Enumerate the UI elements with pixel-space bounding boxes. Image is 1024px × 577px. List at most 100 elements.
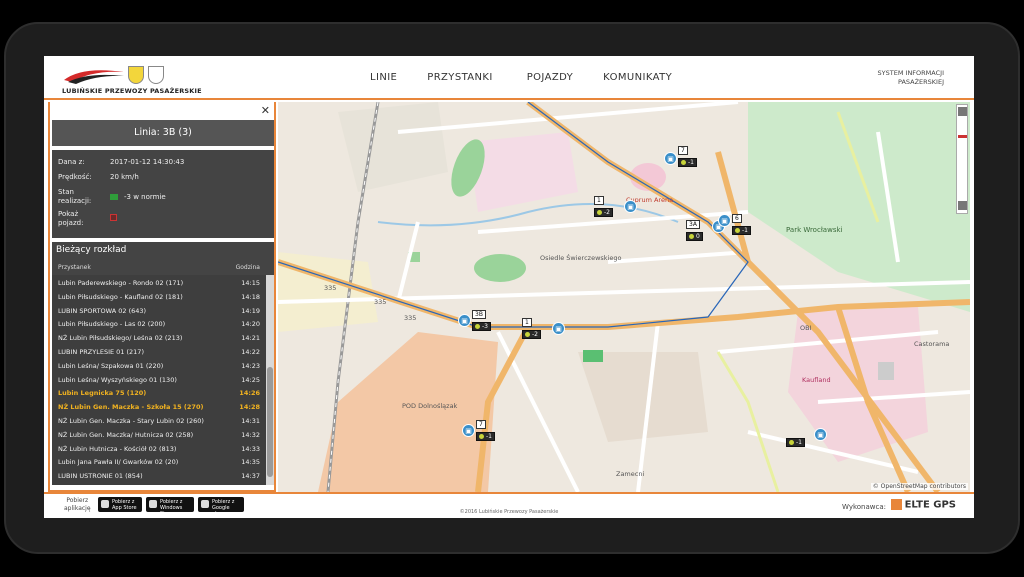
header: LUBIŃSKIE PRZEWOZY PASAŻERSKIE LINIE PRZ… <box>44 56 974 100</box>
show-vehicle-checkbox[interactable] <box>110 214 117 221</box>
vehicle-info: Dana z: 2017-01-12 14:30:43 Prędkość: 20… <box>52 150 274 238</box>
bus-delay-label: -1 <box>476 432 495 441</box>
bus-icon: ▣ <box>664 152 677 165</box>
system-info-line: PASAŻERSKIEJ <box>897 78 944 86</box>
map-label-kaufland: Kaufland <box>802 376 831 384</box>
schedule-stop: NŻ Lubin Piłsudskiego/ Leśna 02 (213) <box>58 334 183 343</box>
map-label-obi: OBI <box>800 324 812 332</box>
schedule-row[interactable]: Lubin Piłsudskiego - Las 02 (200) 14:20 <box>52 318 266 331</box>
schedule-row[interactable]: LUBIN USTRONIE 01 (854) 14:37 <box>52 470 266 483</box>
schedule-row[interactable]: LUBIN SPORTOWA 02 (643) 14:19 <box>52 305 266 318</box>
download-line: Pobierz <box>66 497 89 504</box>
nav-lines[interactable]: LINIE <box>370 72 397 83</box>
main-nav: LINIE PRZYSTANKI POJAZDY KOMUNIKATY <box>370 72 702 83</box>
schedule-row[interactable]: Lubin Leśna/ Szpakowa 01 (220) 14:23 <box>52 360 266 373</box>
map-label-park: Park Wrocławski <box>786 226 843 234</box>
schedule-time: 14:32 <box>241 430 260 439</box>
schedule-stop: NŻ Lubin Gen. Maczka - Szkoła 15 (270) <box>58 403 204 412</box>
schedule-row[interactable]: NŻ Lubin Hutnicza - Kościół 02 (813) 14:3… <box>52 443 266 456</box>
show-vehicle-wrap <box>110 210 117 228</box>
schedule-row[interactable]: NŻ Lubin Gen. Maczka/ Hutnicza 02 (258) 1… <box>52 429 266 442</box>
info-row-show: Pokaż pojazd: <box>58 210 117 228</box>
schedule-stop: LUBIN SPORTOWA 02 (643) <box>58 306 147 315</box>
map-attribution[interactable]: © OpenStreetMap contributors <box>870 483 968 490</box>
nav-messages[interactable]: KOMUNIKATY <box>603 72 672 83</box>
schedule-stop: NŻ Lubin Hutnicza - Kościół 02 (813) <box>58 444 177 453</box>
map-label-zamecni: Zamecni <box>616 470 645 478</box>
bus-delay-label: -2 <box>594 208 613 217</box>
map-label-pod: POD Dolnoślązak <box>402 402 458 410</box>
schedule-time: 14:31 <box>241 417 260 425</box>
schedule-row[interactable]: Lubin Legnicka 75 (120) 14:26 <box>52 387 266 400</box>
bus-line-label: 7 <box>678 146 688 155</box>
status-value-wrap: -3 w normie <box>110 188 166 206</box>
schedule-stop: LUBIN USTRONIE 01 (854) <box>58 472 143 481</box>
schedule-row[interactable]: NŻ Lubin Piłsudskiego/ Leśna 02 (213) 14:… <box>52 332 266 345</box>
schedule-row[interactable]: Lubin Leśna/ Wyszyńskiego 01 (130) 14:25 <box>52 374 266 387</box>
col-time: Godzina <box>235 264 260 271</box>
zoom-out-icon[interactable] <box>958 201 967 210</box>
map-label-road: 335 <box>404 314 417 322</box>
bus-line-label: 7 <box>476 420 486 429</box>
vehicle-panel: ✕ Linia: 3B (3) Dana z: 2017-01-12 14:30… <box>48 102 276 492</box>
schedule-row[interactable]: Lubin Jana Pawła II/ Gwarków 02 (20) 14:3… <box>52 456 266 469</box>
status-label: Stan realizacji: <box>58 188 110 206</box>
schedule-stop: NŻ Lubin Gen. Maczka/ Hutnicza 02 (258) <box>58 430 194 439</box>
schedule-stop: Lubin Legnicka 75 (120) <box>58 389 147 398</box>
schedule-stop: Lubin Piłsudskiego - Las 02 (200) <box>58 320 166 329</box>
logo-swoosh-icon <box>64 70 124 84</box>
bus-status-icon <box>110 194 118 200</box>
bus-icon: ▣ <box>462 424 475 437</box>
schedule-list: Lubin Paderewskiego - Rondo 02 (171) 14:1… <box>52 275 266 485</box>
scroll-thumb[interactable] <box>267 367 273 477</box>
bus-icon: ▣ <box>458 314 471 327</box>
bus-delay-label: -1 <box>732 226 751 235</box>
bus-line-label: 1 <box>522 318 532 327</box>
schedule-time: 14:33 <box>241 444 260 453</box>
map[interactable]: Cuprum Arena Park Wrocławski Osiedle Świ… <box>278 102 970 492</box>
nav-stops[interactable]: PRZYSTANKI <box>427 72 492 83</box>
schedule-time: 14:21 <box>241 334 260 343</box>
bus-icon: ▣ <box>552 322 565 335</box>
schedule-time: 14:37 <box>241 472 260 481</box>
bus-delay-label: 0 <box>686 232 703 241</box>
show-label-line: Pokaż <box>58 210 79 218</box>
map-zoom-control[interactable] <box>956 104 968 214</box>
nav-vehicles[interactable]: POJAZDY <box>527 72 573 83</box>
schedule-time: 14:20 <box>241 320 260 329</box>
map-canvas <box>278 102 970 492</box>
vendor-logo-icon <box>890 499 902 510</box>
logo[interactable]: LUBIŃSKIE PRZEWOZY PASAŻERSKIE <box>62 64 202 98</box>
info-row-speed: Prędkość: 20 km/h <box>58 173 139 182</box>
schedule-time: 14:23 <box>241 361 260 370</box>
schedule-scrollbar[interactable] <box>266 275 274 485</box>
vendor-logo[interactable]: ELTE GPS <box>890 499 956 511</box>
vendor-label: Wykonawca: <box>842 503 886 511</box>
schedule-row[interactable]: Lubin Paderewskiego - Rondo 02 (171) 14:1… <box>52 277 266 290</box>
bus-line-label: 1 <box>594 196 604 205</box>
bus-line-label: 3B <box>472 310 486 319</box>
zoom-level-indicator[interactable] <box>958 135 967 138</box>
schedule-row[interactable]: NŻ Lubin Gen. Maczka - Szkoła 15 (270) 14… <box>52 401 266 414</box>
logo-text: LUBIŃSKIE PRZEWOZY PASAŻERSKIE <box>62 87 202 95</box>
schedule-time: 14:18 <box>241 292 260 301</box>
copyright: ©2016 Lubińskie Przewozy Pasażerskie <box>459 509 559 515</box>
show-label: Pokaż pojazd: <box>58 210 110 228</box>
map-label-castorama: Castorama <box>914 340 950 348</box>
date-value: 2017-01-12 14:30:43 <box>110 158 185 166</box>
schedule-time: 14:19 <box>241 306 260 315</box>
col-stop: Przystanek <box>58 264 91 271</box>
schedule-stop: LUBIN PRZYLESIE 01 (217) <box>58 348 144 356</box>
schedule-row[interactable]: NŻ Lubin Gen. Maczka - Stary Lubin 02 (2… <box>52 415 266 428</box>
schedule-stop: Lubin Jana Pawła II/ Gwarków 02 (20) <box>58 458 179 467</box>
map-label-road: 335 <box>374 298 387 306</box>
bus-icon: ▣ <box>814 428 827 441</box>
speed-value: 20 km/h <box>110 173 139 181</box>
schedule-row[interactable]: LUBIN PRZYLESIE 01 (217) 14:22 <box>52 346 266 359</box>
bus-icon: ▣ <box>718 214 731 227</box>
date-label: Dana z: <box>58 158 85 166</box>
schedule-row[interactable]: Lubin Piłsudskiego - Kaufland 02 (181) 14… <box>52 291 266 304</box>
close-icon[interactable]: ✕ <box>261 104 270 117</box>
zoom-in-icon[interactable] <box>958 107 967 116</box>
bus-delay-label: -1 <box>786 438 805 447</box>
